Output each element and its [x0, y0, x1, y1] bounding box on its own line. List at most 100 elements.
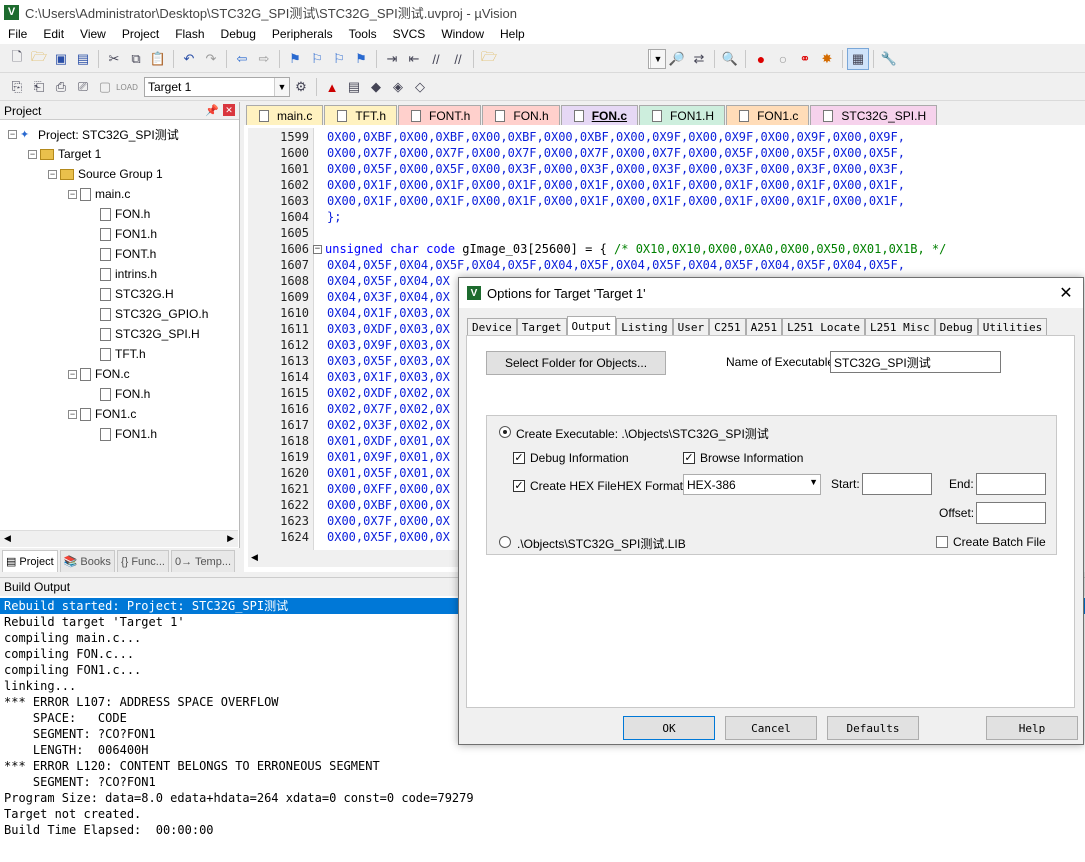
tab-templates[interactable]: 0→ Temp...: [170, 550, 236, 572]
insert-breakpoint-icon[interactable]: ●: [750, 48, 772, 70]
tree-item-target[interactable]: − Target 1: [28, 144, 101, 164]
tree-item-file[interactable]: FON1.h: [100, 424, 157, 444]
download-icon[interactable]: LOAD: [116, 76, 138, 98]
name-executable-input[interactable]: STC32G_SPI测试: [830, 351, 1001, 373]
cancel-button[interactable]: Cancel: [725, 716, 817, 740]
debug-information-checkbox[interactable]: ✓: [513, 452, 525, 464]
prev-bookmark-icon[interactable]: ⚐: [306, 48, 328, 70]
menu-tools[interactable]: Tools: [341, 27, 385, 41]
bookmark-icon[interactable]: ⚑: [284, 48, 306, 70]
dialog-tab[interactable]: Device: [467, 318, 517, 336]
ok-button[interactable]: OK: [623, 716, 715, 740]
scroll-left-icon[interactable]: ◀: [251, 552, 258, 563]
collapse-icon[interactable]: −: [28, 149, 37, 159]
copy-icon[interactable]: ⧉: [125, 48, 147, 70]
hex-format-select[interactable]: HEX-386 ▼: [683, 474, 821, 495]
editor-horizontal-scrollbar[interactable]: ◀: [248, 550, 468, 567]
undo-icon[interactable]: ↶: [178, 48, 200, 70]
next-bookmark-icon[interactable]: ⚐: [328, 48, 350, 70]
dialog-tab[interactable]: L251 Locate: [782, 318, 865, 336]
pack-installer-icon[interactable]: ◇: [409, 76, 431, 98]
tree-item-file[interactable]: STC32G_GPIO.h: [100, 304, 208, 324]
tree-item-file[interactable]: FON1.h: [100, 224, 157, 244]
dialog-tab[interactable]: C251: [709, 318, 746, 336]
tree-item-file[interactable]: − FON1.c: [68, 404, 136, 424]
find-icon[interactable]: 🔎: [666, 48, 688, 70]
batch-build-icon[interactable]: ⎚: [72, 76, 94, 98]
tree-item-file[interactable]: − FON.c: [68, 364, 130, 384]
create-library-radio[interactable]: [499, 536, 511, 548]
find-combo-arrow[interactable]: ▼: [648, 49, 666, 69]
dialog-tab[interactable]: Utilities: [977, 318, 1048, 336]
dialog-tab[interactable]: Debug: [934, 318, 978, 336]
target-options-icon[interactable]: ⚙: [290, 76, 312, 98]
rebuild-icon[interactable]: ⎙: [50, 76, 72, 98]
stop-build-icon[interactable]: ▢: [94, 76, 116, 98]
dialog-tab[interactable]: Target: [516, 318, 567, 336]
window-layout-icon[interactable]: ▦: [847, 48, 869, 70]
paste-icon[interactable]: 📋: [147, 48, 169, 70]
save-icon[interactable]: ▣: [50, 48, 72, 70]
unindent-icon[interactable]: ⇤: [403, 48, 425, 70]
disable-all-breakpoints-icon[interactable]: ⚭: [794, 48, 816, 70]
build-icon[interactable]: ⎗: [28, 76, 50, 98]
uncomment-icon[interactable]: //: [447, 48, 469, 70]
collapse-icon[interactable]: −: [8, 129, 17, 139]
disable-breakpoint-icon[interactable]: ○: [772, 48, 794, 70]
cut-icon[interactable]: ✂: [103, 48, 125, 70]
offset-input[interactable]: [976, 502, 1046, 524]
collapse-icon[interactable]: −: [68, 369, 77, 379]
clear-bookmarks-icon[interactable]: ⚑: [350, 48, 372, 70]
dialog-tab[interactable]: Output: [566, 316, 617, 336]
dialog-tab[interactable]: Listing: [616, 318, 673, 336]
menu-window[interactable]: Window: [433, 27, 492, 41]
file-extensions-icon[interactable]: ▤: [343, 76, 365, 98]
create-hex-checkbox[interactable]: ✓: [513, 480, 525, 492]
defaults-button[interactable]: Defaults: [827, 716, 919, 740]
scroll-right-icon[interactable]: ▶: [227, 533, 234, 544]
indent-icon[interactable]: ⇥: [381, 48, 403, 70]
tree-item-file[interactable]: TFT.h: [100, 344, 146, 364]
tab-project[interactable]: ▤ Project: [2, 550, 58, 572]
nav-forward-icon[interactable]: ⇨: [253, 48, 275, 70]
manage-rte-icon[interactable]: ◈: [387, 76, 409, 98]
help-button[interactable]: Help: [986, 716, 1078, 740]
close-icon[interactable]: ✕: [1055, 282, 1077, 304]
tree-item-file[interactable]: FON.h: [100, 204, 150, 224]
browse-information-checkbox[interactable]: ✓: [683, 452, 695, 464]
menu-flash[interactable]: Flash: [167, 27, 212, 41]
create-executable-radio[interactable]: [499, 426, 511, 438]
configure-icon[interactable]: 🔧: [878, 48, 900, 70]
tree-item-file[interactable]: FONT.h: [100, 244, 156, 264]
kill-breakpoints-icon[interactable]: ✸: [816, 48, 838, 70]
target-select[interactable]: Target 1 ▼: [144, 77, 290, 97]
dialog-tab[interactable]: A251: [745, 318, 783, 336]
collapse-icon[interactable]: −: [68, 409, 77, 419]
find-in-files-icon[interactable]: 🗁: [478, 48, 500, 70]
comment-icon[interactable]: //: [425, 48, 447, 70]
debug-session-icon[interactable]: 🔍: [719, 48, 741, 70]
tree-item-file[interactable]: STC32G_SPI.H: [100, 324, 200, 344]
manage-components-icon[interactable]: ▲: [321, 76, 343, 98]
close-icon[interactable]: ✕: [223, 104, 235, 116]
menu-file[interactable]: File: [0, 27, 35, 41]
new-file-icon[interactable]: 🗋: [6, 48, 28, 70]
collapse-icon[interactable]: −: [48, 169, 57, 179]
translate-icon[interactable]: ⎘: [6, 76, 28, 98]
select-packs-icon[interactable]: ◆: [365, 76, 387, 98]
tree-item-file[interactable]: FON.h: [100, 384, 150, 404]
tree-item-file[interactable]: STC32G.H: [100, 284, 174, 304]
tree-item-project[interactable]: − ✦ Project: STC32G_SPI测试: [8, 124, 179, 144]
nav-back-icon[interactable]: ⇦: [231, 48, 253, 70]
open-folder-icon[interactable]: 🗁: [28, 48, 50, 70]
scroll-left-icon[interactable]: ◀: [4, 533, 11, 544]
menu-help[interactable]: Help: [492, 27, 533, 41]
menu-edit[interactable]: Edit: [35, 27, 72, 41]
start-input[interactable]: [862, 473, 932, 495]
tree-item-file[interactable]: − main.c: [68, 184, 130, 204]
save-all-icon[interactable]: ▤: [72, 48, 94, 70]
pin-icon[interactable]: 📌: [205, 104, 219, 117]
menu-view[interactable]: View: [72, 27, 114, 41]
dialog-tab[interactable]: User: [672, 318, 710, 336]
project-horizontal-scrollbar[interactable]: ◀ ▶: [0, 530, 238, 547]
